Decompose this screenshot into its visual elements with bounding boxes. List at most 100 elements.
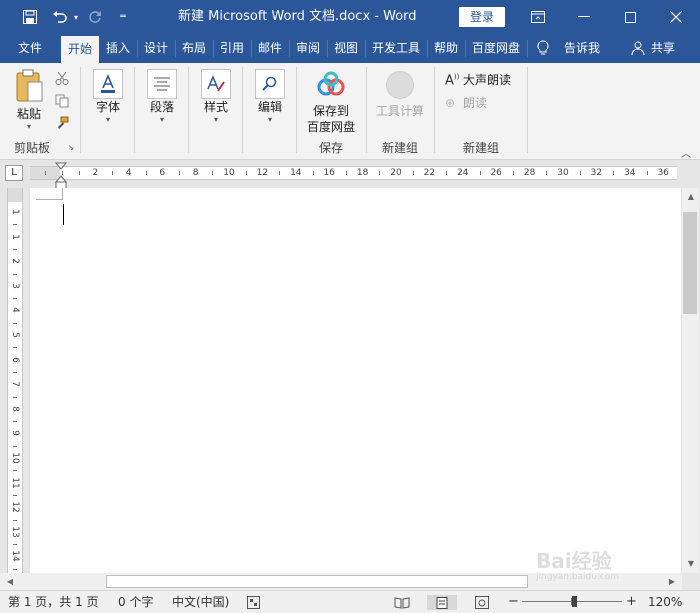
paragraph-dropdown-icon: ▾ (159, 115, 164, 124)
tab-view[interactable]: 视图 (329, 34, 363, 63)
zoom-slider-thumb[interactable] (572, 596, 577, 607)
ruler-number: 14 (290, 168, 302, 178)
maximize-icon[interactable] (607, 0, 653, 34)
ruler-number: 11 (10, 476, 20, 489)
ruler-tick (446, 171, 448, 175)
ruler-tick (13, 494, 17, 496)
clipboard-launcher-icon[interactable]: ↘ (66, 143, 76, 152)
title-bar: ▾ ═ 新建 Microsoft Word 文档.docx - Word 登录 (0, 0, 700, 34)
editing-dropdown-icon: ▾ (267, 115, 272, 124)
ruler-margin-shade (8, 188, 22, 202)
tab-mailings[interactable]: 邮件 (253, 34, 287, 63)
read-aloud-button[interactable]: A)) 大声朗读 (445, 71, 519, 88)
share-button[interactable]: 共享 (648, 34, 678, 63)
ruler-tick (178, 171, 180, 175)
horizontal-scroll-thumb[interactable] (106, 575, 528, 588)
ruler-tick (13, 322, 17, 324)
format-painter-icon[interactable] (54, 116, 70, 133)
login-button[interactable]: 登录 (459, 7, 505, 27)
cut-icon[interactable] (54, 71, 70, 88)
ruler-number: 1 (10, 233, 20, 240)
ruler-tick (412, 171, 414, 175)
close-icon[interactable] (653, 0, 699, 34)
ruler-tick (78, 171, 80, 175)
tab-help[interactable]: 帮助 (429, 34, 463, 63)
customize-qat-icon[interactable]: ═ (116, 0, 130, 34)
read-aloud-label: 大声朗读 (463, 73, 512, 87)
find-magnifier-icon (255, 69, 285, 99)
styles-icon (201, 69, 231, 99)
macro-record-icon[interactable] (246, 595, 260, 610)
lightbulb-icon[interactable] (536, 34, 550, 63)
tab-insert[interactable]: 插入 (101, 34, 135, 63)
zoom-out-button[interactable]: − (508, 591, 519, 613)
undo-icon[interactable] (48, 0, 72, 34)
ruler-number: 22 (423, 168, 436, 178)
ruler-tick (13, 421, 17, 423)
ruler-number: 20 (390, 168, 402, 178)
word-count[interactable]: 0 个字 (118, 591, 153, 613)
copy-icon[interactable] (54, 94, 70, 111)
ruler-number: 10 (10, 452, 20, 464)
clipboard-group-label: 剪贴板 (13, 141, 50, 155)
scroll-down-icon[interactable]: ▼ (683, 556, 699, 572)
ruler-tick (245, 171, 247, 175)
ruler-tick (13, 273, 17, 275)
ruler-number: 4 (10, 307, 20, 314)
ribbon-display-options-icon[interactable] (515, 0, 561, 34)
margin-marker-v (62, 188, 63, 200)
tab-baidu-netdisk[interactable]: 百度网盘 (467, 34, 525, 63)
ribbon-tabs: 文件 开始 插入 设计 布局 引用 邮件 审阅 视图 开发工具 帮助 百度网盘 … (0, 34, 700, 63)
baidu-netdisk-icon (317, 71, 345, 96)
minimize-icon[interactable] (561, 0, 607, 34)
zoom-level[interactable]: 120% (648, 591, 682, 613)
horizontal-ruler[interactable]: 2 4 6 8 10 12 14 16 18 20 22 24 26 28 30 32 34 36 (30, 166, 677, 180)
editing-label: 编辑 (257, 100, 282, 114)
read-mode-icon[interactable] (394, 595, 410, 610)
tell-me-search[interactable]: 告诉我 (560, 34, 604, 63)
read-icon: ⊕ (445, 96, 456, 110)
save-to-baidu-netdisk-button[interactable]: 保存到 百度网盘 (302, 71, 360, 135)
indent-marker-icon[interactable] (54, 162, 68, 190)
save-icon[interactable] (18, 0, 42, 34)
tab-design[interactable]: 设计 (139, 34, 173, 63)
paragraph-button[interactable]: 段落 ▾ (143, 69, 181, 125)
vertical-ruler[interactable]: 1 1 2 3 4 5 6 7 8 9 10 11 12 13 14 (7, 188, 23, 573)
print-layout-icon[interactable] (427, 595, 457, 610)
font-dropdown-icon: ▾ (105, 115, 110, 124)
ruler-number: 6 (10, 356, 20, 363)
vertical-scroll-thumb[interactable] (683, 212, 697, 314)
ruler-tick (13, 371, 17, 373)
styles-label: 样式 (203, 100, 228, 114)
tab-references[interactable]: 引用 (215, 34, 249, 63)
tab-review[interactable]: 审阅 (291, 34, 325, 63)
page-count[interactable]: 第 1 页，共 1 页 (8, 591, 99, 613)
ribbon-home: 粘贴 ▾ 剪贴板 ↘ 字体 ▾ 段落 ▾ 样式 ▾ 编辑 ▾ 保存到 百度网盘 … (0, 63, 700, 160)
ruler-number: 34 (624, 168, 636, 178)
text-cursor (63, 204, 64, 225)
ruler-tick (13, 544, 17, 546)
font-button[interactable]: 字体 ▾ (89, 69, 127, 125)
ruler-number: 2 (10, 258, 20, 265)
zoom-in-button[interactable]: + (626, 591, 637, 613)
document-page[interactable] (30, 188, 681, 573)
collapse-ribbon-icon[interactable]: ︿ (679, 145, 693, 160)
undo-dropdown-icon[interactable]: ▾ (70, 0, 82, 34)
editing-button[interactable]: 编辑 ▾ (251, 69, 289, 125)
tab-layout[interactable]: 布局 (177, 34, 211, 63)
ruler-tick (13, 445, 17, 447)
tab-file[interactable]: 文件 (8, 34, 52, 63)
styles-button[interactable]: 样式 ▾ (197, 69, 235, 125)
share-person-icon[interactable] (630, 34, 646, 63)
ruler-tick (479, 171, 481, 175)
paste-button[interactable]: 粘贴 ▾ (10, 69, 48, 132)
scroll-left-icon[interactable]: ◀ (2, 574, 18, 590)
tab-home[interactable]: 开始 (61, 36, 99, 63)
tab-selector[interactable]: L (5, 165, 23, 181)
tab-developer[interactable]: 开发工具 (367, 34, 425, 63)
scroll-up-icon[interactable]: ▲ (683, 189, 699, 205)
web-layout-icon[interactable] (474, 595, 490, 610)
ruler-number: 6 (159, 168, 166, 178)
scroll-right-icon[interactable]: ▶ (664, 574, 680, 590)
language-indicator[interactable]: 中文(中国) (172, 591, 229, 613)
